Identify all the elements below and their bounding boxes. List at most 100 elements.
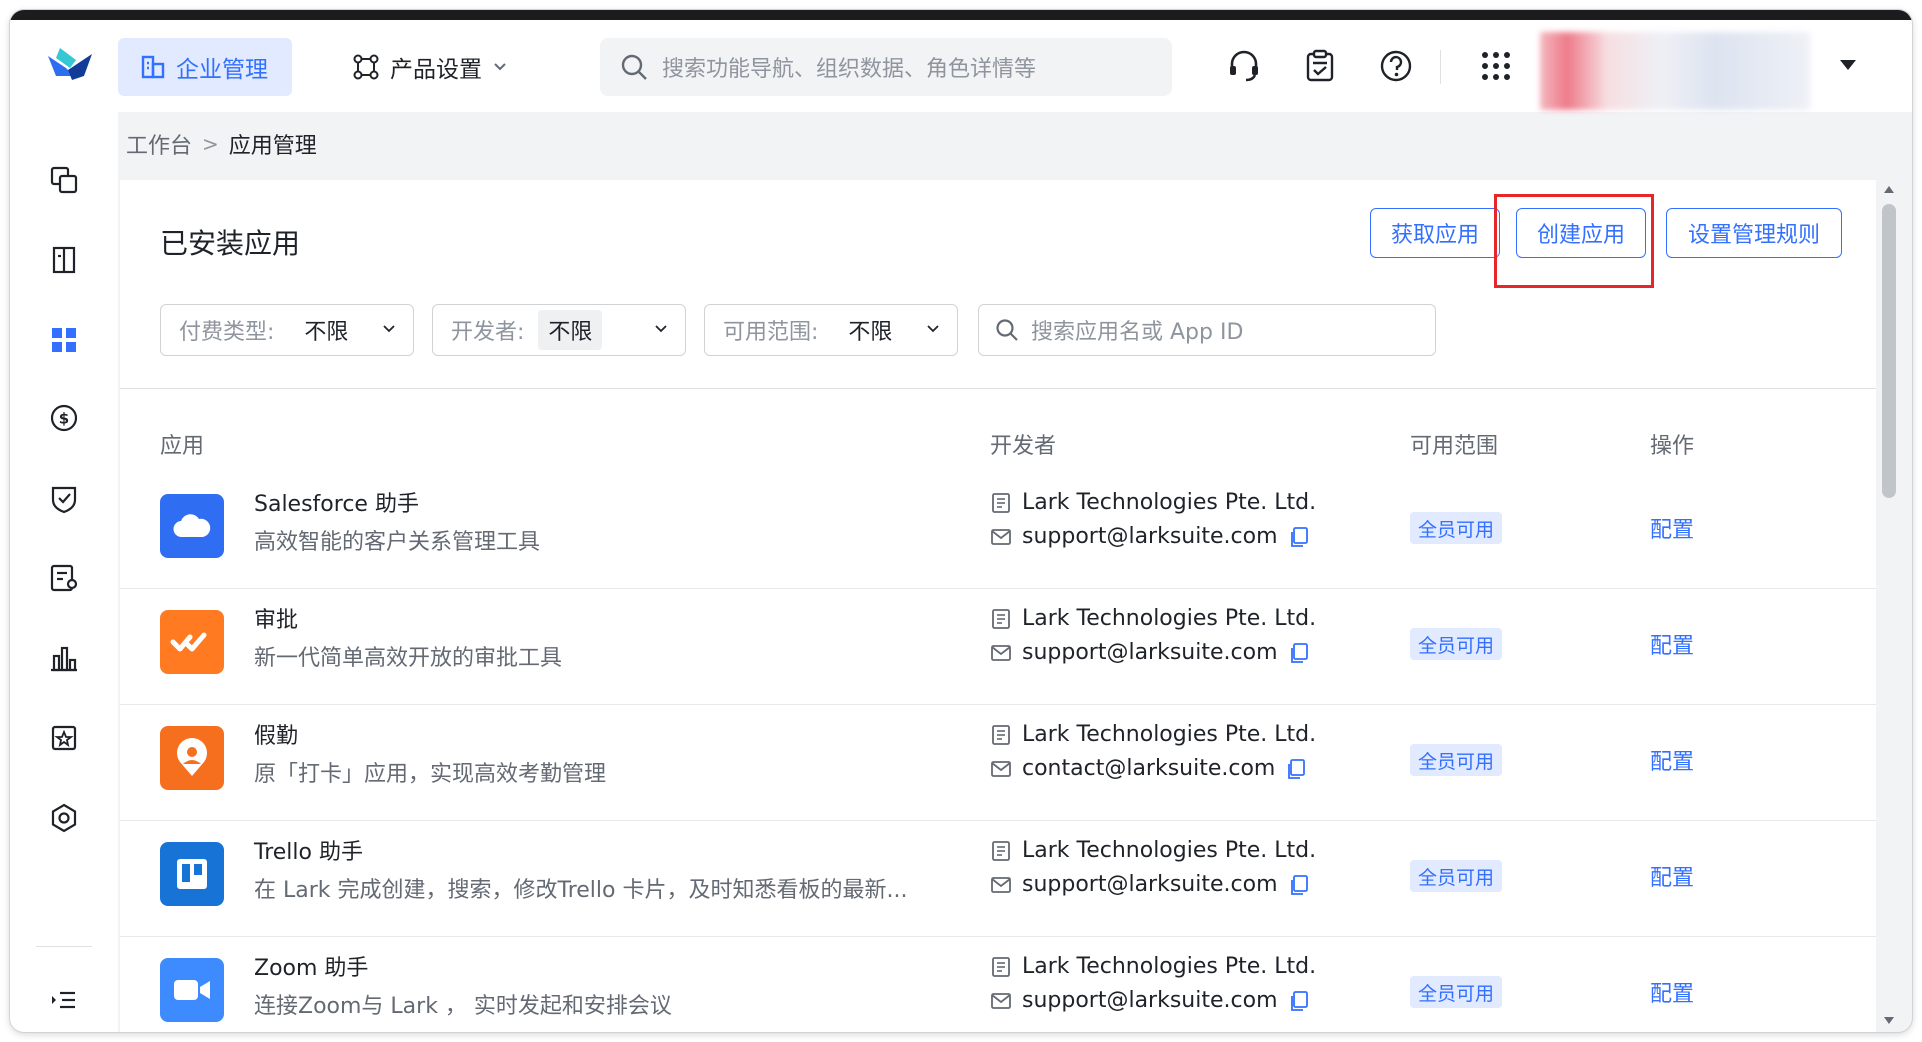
configure-link[interactable]: 配置 [1650, 628, 1694, 660]
scroll-up-arrow-icon[interactable] [1884, 186, 1894, 193]
scope-badge: 全员可用 [1410, 860, 1503, 892]
configure-link[interactable]: 配置 [1650, 860, 1694, 892]
lark-logo-icon[interactable] [46, 46, 94, 86]
app-description: 高效智能的客户关系管理工具 [254, 530, 541, 555]
app-name[interactable]: Trello 助手 [254, 834, 363, 866]
sidebar-security-shield-icon[interactable] [48, 482, 80, 514]
search-icon [621, 54, 647, 80]
document-icon [992, 956, 1010, 977]
sidebar-billing-icon[interactable]: $ [48, 402, 80, 434]
document-icon [992, 492, 1010, 513]
sidebar-settings-icon[interactable] [48, 802, 80, 834]
account-menu-caret-icon[interactable] [1840, 60, 1856, 70]
sidebar-workplace-icon[interactable] [48, 722, 80, 754]
column-header-action: 操作 [1650, 434, 1695, 459]
app-description: 连接Zoom与 Lark ， 实时发起和安排会议 [254, 994, 672, 1019]
document-icon [992, 608, 1010, 629]
document-icon [992, 840, 1010, 861]
table-row: 审批 新一代简单高效开放的审批工具 Lark Technologies Pte.… [120, 588, 1876, 705]
app-search-input[interactable]: 搜索应用名或 App ID [978, 304, 1436, 356]
copy-icon[interactable] [1288, 642, 1310, 664]
column-header-app: 应用 [160, 434, 205, 459]
get-app-button[interactable]: 获取应用 [1370, 208, 1500, 258]
headset-icon[interactable] [1226, 48, 1262, 84]
filter-scope-value: 不限 [848, 320, 893, 345]
scope-badge: 全员可用 [1410, 976, 1503, 1008]
breadcrumb-separator: > [202, 132, 219, 156]
sidebar: $ [10, 112, 118, 1032]
sidebar-divider [36, 946, 92, 947]
app-description: 新一代简单高效开放的审批工具 [254, 646, 563, 671]
help-icon[interactable] [1378, 48, 1414, 84]
developer-name: Lark Technologies Pte. Ltd. [990, 838, 1316, 863]
app-description: 在 Lark 完成创建，搜索，修改Trello 卡片，及时知悉看板的最新... [254, 878, 908, 903]
app-name[interactable]: 审批 [254, 602, 298, 634]
filter-pay-type[interactable]: 付费类型: 不限 [160, 304, 414, 356]
sidebar-copy-icon[interactable] [48, 164, 80, 196]
developer-name-text: Lark Technologies Pte. Ltd. [1022, 606, 1317, 631]
scroll-down-arrow-icon[interactable] [1884, 1017, 1894, 1024]
table-row: Zoom 助手 连接Zoom与 Lark ， 实时发起和安排会议 Lark Te… [120, 936, 1876, 1032]
create-app-highlight-box [1494, 194, 1654, 288]
app-name[interactable]: Zoom 助手 [254, 950, 368, 982]
app-name[interactable]: 假勤 [254, 718, 298, 750]
scrollbar-thumb[interactable] [1882, 204, 1896, 498]
sidebar-analytics-icon[interactable] [48, 642, 80, 674]
developer-email-text: support@larksuite.com [1022, 524, 1278, 549]
nav-enterprise-management[interactable]: 企业管理 [118, 38, 292, 96]
copy-icon[interactable] [1288, 526, 1310, 548]
app-name[interactable]: Salesforce 助手 [254, 486, 419, 518]
nav-product-label: 产品设置 [390, 57, 482, 83]
configure-link[interactable]: 配置 [1650, 744, 1694, 776]
section-divider [120, 388, 1876, 389]
mail-icon [991, 760, 1011, 777]
copy-icon[interactable] [1288, 990, 1310, 1012]
sidebar-building-icon[interactable] [48, 244, 80, 276]
sidebar-audit-icon[interactable] [48, 562, 80, 594]
scope-badge: 全员可用 [1410, 744, 1503, 776]
filter-scope[interactable]: 可用范围: 不限 [704, 304, 958, 356]
filter-pay-type-value: 不限 [304, 320, 349, 345]
developer-email: support@larksuite.com [990, 988, 1310, 1013]
developer-name-text: Lark Technologies Pte. Ltd. [1022, 838, 1317, 863]
scope-badge: 全员可用 [1410, 628, 1503, 660]
configure-link[interactable]: 配置 [1650, 976, 1694, 1008]
filter-developer[interactable]: 开发者: 不限 [432, 304, 686, 356]
developer-name: Lark Technologies Pte. Ltd. [990, 490, 1316, 515]
search-icon [996, 319, 1018, 341]
video-camera-icon [160, 958, 224, 1022]
document-icon [992, 724, 1010, 745]
mail-icon [991, 876, 1011, 893]
sidebar-collapse-icon[interactable] [48, 984, 80, 1016]
nav-product-settings[interactable]: 产品设置 [352, 38, 508, 96]
developer-email: contact@larksuite.com [990, 756, 1307, 781]
configure-link[interactable]: 配置 [1650, 512, 1694, 544]
copy-icon[interactable] [1285, 758, 1307, 780]
filter-developer-label: 开发者: [451, 320, 525, 345]
column-header-scope: 可用范围 [1410, 434, 1499, 459]
mail-icon [991, 992, 1011, 1009]
apps-grid-icon[interactable] [1478, 48, 1514, 84]
user-profile-blurred[interactable] [1540, 32, 1810, 110]
developer-name-text: Lark Technologies Pte. Ltd. [1022, 954, 1317, 979]
clipboard-check-icon[interactable] [1302, 48, 1338, 84]
trello-board-icon [160, 842, 224, 906]
cloud-icon [160, 494, 224, 558]
nav-enterprise-label: 企业管理 [176, 57, 268, 83]
sidebar-apps-icon[interactable] [48, 324, 80, 356]
vertical-scrollbar[interactable] [1876, 180, 1902, 1032]
manage-rules-button[interactable]: 设置管理规则 [1666, 208, 1842, 258]
table-row: 假勤 原「打卡」应用，实现高效考勤管理 Lark Technologies Pt… [120, 704, 1876, 821]
app-search-placeholder: 搜索应用名或 App ID [1031, 320, 1244, 345]
developer-name: Lark Technologies Pte. Ltd. [990, 606, 1316, 631]
table-row: Trello 助手 在 Lark 完成创建，搜索，修改Trello 卡片，及时知… [120, 820, 1876, 937]
developer-email: support@larksuite.com [990, 640, 1310, 665]
global-search-input[interactable]: 搜索功能导航、组织数据、角色详情等 [600, 38, 1172, 96]
table-row: Salesforce 助手 高效智能的客户关系管理工具 Lark Technol… [120, 472, 1876, 589]
copy-icon[interactable] [1288, 874, 1310, 896]
breadcrumb-current: 应用管理 [228, 134, 317, 159]
breadcrumb: 工作台 > 应用管理 [126, 128, 317, 160]
breadcrumb-home-link[interactable]: 工作台 [126, 128, 192, 160]
window-top-strip [10, 10, 1912, 20]
developer-email-text: contact@larksuite.com [1022, 756, 1276, 781]
